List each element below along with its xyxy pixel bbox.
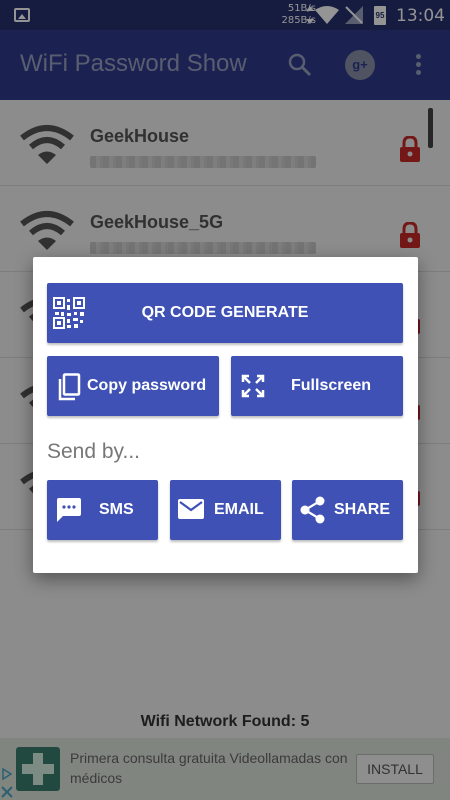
email-icon — [178, 499, 204, 519]
email-label: EMAIL — [214, 501, 264, 518]
share-dialog: QR CODE GENERATE Copy password Fullscree… — [33, 257, 418, 573]
fullscreen-label: Fullscreen — [291, 377, 372, 394]
fullscreen-button[interactable]: Fullscreen — [231, 356, 403, 416]
sms-icon — [57, 498, 81, 522]
fullscreen-icon — [241, 374, 265, 398]
share-icon — [300, 496, 325, 524]
copy-password-label: Copy password — [87, 377, 207, 394]
share-label: SHARE — [334, 501, 391, 518]
copy-password-button[interactable]: Copy password — [47, 356, 219, 416]
send-sms-button[interactable]: SMS — [47, 480, 158, 540]
copy-icon — [58, 373, 81, 401]
share-button[interactable]: SHARE — [292, 480, 403, 540]
send-by-heading: Send by... — [47, 440, 141, 463]
qr-code-generate-label: QR CODE GENERATE — [141, 304, 309, 321]
qr-code-generate-button[interactable]: QR CODE GENERATE — [47, 283, 403, 343]
sms-label: SMS — [99, 501, 134, 518]
send-email-button[interactable]: EMAIL — [170, 480, 281, 540]
